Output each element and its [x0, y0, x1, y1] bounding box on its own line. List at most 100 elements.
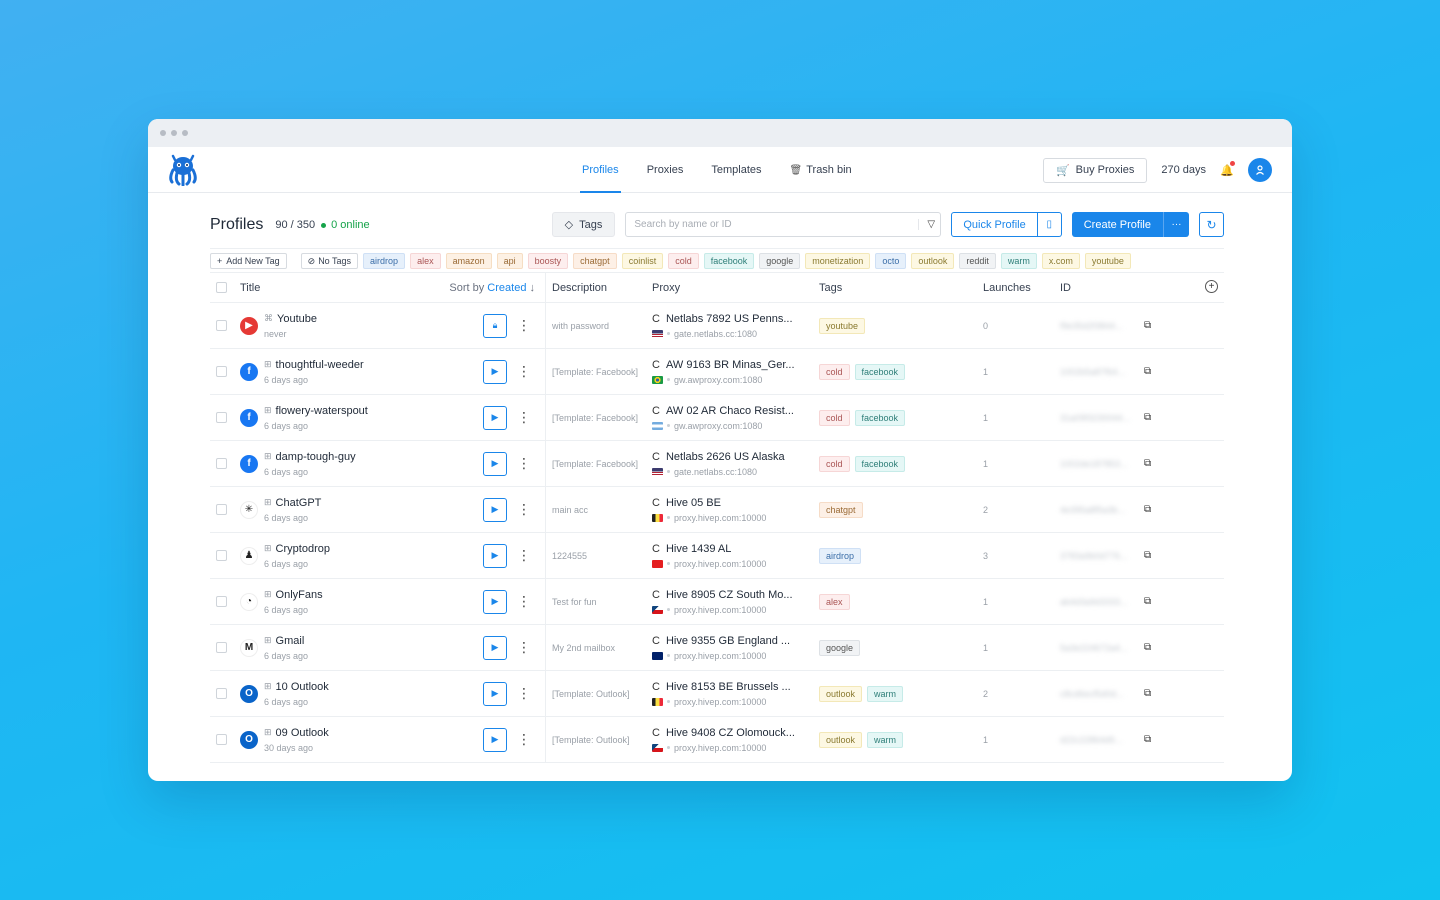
row-checkbox[interactable] — [216, 688, 227, 699]
start-profile-button[interactable]: ▶ — [483, 405, 507, 430]
proxy-name[interactable]: Hive 05 BE — [666, 497, 721, 509]
tag-chip[interactable]: monetization — [805, 253, 871, 269]
tag-chip[interactable]: outlook — [911, 253, 955, 269]
copy-icon[interactable]: ⧉ — [1144, 366, 1151, 377]
select-all-checkbox[interactable] — [216, 282, 227, 293]
tag-chip[interactable]: alex — [410, 253, 441, 269]
window-dot[interactable] — [171, 130, 177, 136]
proxy-refresh-icon[interactable]: C — [652, 635, 660, 647]
copy-icon[interactable]: ⧉ — [1144, 550, 1151, 561]
create-profile-button[interactable]: Create Profile — [1071, 212, 1163, 237]
table-row[interactable]: O ⊞ 10 Outlook 6 days ago ▶ ⋮ [Template:… — [210, 671, 1224, 717]
start-profile-button[interactable]: ▶ — [483, 543, 507, 568]
tag-chip[interactable]: boosty — [527, 253, 569, 269]
profile-name[interactable]: 10 Outlook — [276, 681, 329, 693]
row-checkbox[interactable] — [216, 642, 227, 653]
proxy-refresh-icon[interactable]: C — [652, 359, 660, 371]
buy-proxies-button[interactable]: 🛒 Buy Proxies — [1042, 157, 1148, 183]
row-tag-chip[interactable]: warm — [867, 685, 904, 702]
nav-trash-bin[interactable]: 🗑 Trash bin — [776, 147, 866, 193]
copy-icon[interactable]: ⧉ — [1144, 596, 1151, 607]
copy-icon[interactable]: ⧉ — [1144, 642, 1151, 653]
profile-name[interactable]: Cryptodrop — [276, 543, 330, 555]
row-menu-icon[interactable]: ⋮ — [517, 409, 531, 426]
refresh-icon[interactable]: ↻ — [1199, 212, 1224, 237]
table-row[interactable]: ▶ ⌘ Youtube never 🔒︎ ⋮ with password C N… — [210, 303, 1224, 349]
table-row[interactable]: ◔ ⊞ OnlyFans 6 days ago ▶ ⋮ Test for fun… — [210, 579, 1224, 625]
row-tag-chip[interactable]: google — [819, 639, 861, 656]
row-tag-chip[interactable]: facebook — [854, 455, 906, 472]
row-tag-chip[interactable]: facebook — [854, 409, 906, 426]
proxy-refresh-icon[interactable]: C — [652, 543, 660, 555]
add-new-tag-button[interactable]: + Add New Tag — [210, 253, 287, 269]
profile-name[interactable]: flowery-waterspout — [276, 405, 368, 417]
row-menu-icon[interactable]: ⋮ — [517, 501, 531, 518]
row-checkbox[interactable] — [216, 550, 227, 561]
copy-icon[interactable]: ⧉ — [1144, 412, 1151, 423]
octopus-logo-icon[interactable] — [166, 154, 200, 186]
row-menu-icon[interactable]: ⋮ — [517, 317, 531, 334]
row-tag-chip[interactable]: warm — [867, 731, 904, 748]
table-row[interactable]: M ⊞ Gmail 6 days ago ▶ ⋮ My 2nd mailbox … — [210, 625, 1224, 671]
start-profile-button[interactable]: ▶ — [483, 635, 507, 660]
proxy-name[interactable]: Hive 8153 BE Brussels ... — [666, 681, 791, 693]
table-row[interactable]: ♟ ⊞ Cryptodrop 6 days ago ▶ ⋮ 1224555 C … — [210, 533, 1224, 579]
nav-proxies[interactable]: Proxies — [633, 147, 698, 193]
nav-profiles[interactable]: Profiles — [568, 147, 633, 193]
row-menu-icon[interactable]: ⋮ — [517, 547, 531, 564]
row-tag-chip[interactable]: outlook — [819, 731, 863, 748]
proxy-refresh-icon[interactable]: C — [652, 681, 660, 693]
row-checkbox[interactable] — [216, 320, 227, 331]
tag-chip[interactable]: warm — [1000, 253, 1037, 269]
row-checkbox[interactable] — [216, 412, 227, 423]
tag-chip[interactable]: coinlist — [621, 253, 664, 269]
row-tag-chip[interactable]: youtube — [819, 317, 866, 334]
proxy-refresh-icon[interactable]: C — [652, 451, 660, 463]
proxy-refresh-icon[interactable]: C — [652, 589, 660, 601]
tag-chip[interactable]: airdrop — [363, 253, 406, 269]
proxy-name[interactable]: AW 02 AR Chaco Resist... — [666, 405, 794, 417]
table-row[interactable]: f ⊞ flowery-waterspout 6 days ago ▶ ⋮ [T… — [210, 395, 1224, 441]
profile-name[interactable]: OnlyFans — [276, 589, 323, 601]
row-checkbox[interactable] — [216, 458, 227, 469]
notification-bell-icon[interactable]: 🔔 — [1220, 161, 1235, 177]
proxy-name[interactable]: Hive 8905 CZ South Mo... — [666, 589, 793, 601]
table-row[interactable]: ✳ ⊞ ChatGPT 6 days ago ▶ ⋮ main acc C Hi… — [210, 487, 1224, 533]
row-tag-chip[interactable]: facebook — [854, 363, 906, 380]
copy-icon[interactable]: ⧉ — [1144, 504, 1151, 515]
window-dot[interactable] — [182, 130, 188, 136]
table-row[interactable]: f ⊞ damp-tough-guy 6 days ago ▶ ⋮ [Templ… — [210, 441, 1224, 487]
tag-chip[interactable]: amazon — [445, 253, 492, 269]
proxy-name[interactable]: Netlabs 7892 US Penns... — [666, 313, 793, 325]
row-menu-icon[interactable]: ⋮ — [517, 455, 531, 472]
start-profile-button[interactable]: ▶ — [483, 589, 507, 614]
row-menu-icon[interactable]: ⋮ — [517, 639, 531, 656]
table-row[interactable]: f ⊞ thoughtful-weeder 6 days ago ▶ ⋮ [Te… — [210, 349, 1224, 395]
profile-name[interactable]: Gmail — [276, 635, 305, 647]
table-row[interactable]: O ⊞ 09 Outlook 30 days ago ▶ ⋮ [Template… — [210, 717, 1224, 763]
row-tag-chip[interactable]: cold — [819, 409, 850, 426]
start-profile-button[interactable]: ▶ — [483, 497, 507, 522]
tag-chip[interactable]: x.com — [1041, 253, 1080, 269]
proxy-name[interactable]: AW 9163 BR Minas_Ger... — [666, 359, 795, 371]
tag-chip[interactable]: cold — [668, 253, 699, 269]
profile-name[interactable]: damp-tough-guy — [276, 451, 356, 463]
proxy-refresh-icon[interactable]: C — [652, 727, 660, 739]
row-tag-chip[interactable]: airdrop — [819, 547, 862, 564]
proxy-refresh-icon[interactable]: C — [652, 405, 660, 417]
start-profile-button[interactable]: ▶ — [483, 727, 507, 752]
more-options-icon[interactable]: ··· — [1163, 212, 1189, 237]
copy-icon[interactable]: ⧉ — [1144, 734, 1151, 745]
proxy-name[interactable]: Netlabs 2626 US Alaska — [666, 451, 785, 463]
filter-icon[interactable]: ▽ — [918, 219, 935, 230]
start-profile-button[interactable]: ▶ — [483, 359, 507, 384]
row-checkbox[interactable] — [216, 734, 227, 745]
copy-icon[interactable]: ⧉ — [1144, 458, 1151, 469]
lock-icon[interactable]: 🔒︎ — [483, 313, 507, 338]
row-checkbox[interactable] — [216, 596, 227, 607]
tag-chip[interactable]: api — [496, 253, 523, 269]
proxy-header[interactable]: Proxy — [646, 282, 813, 294]
window-dot[interactable] — [160, 130, 166, 136]
search-input[interactable] — [634, 219, 919, 230]
nav-templates[interactable]: Templates — [697, 147, 775, 193]
